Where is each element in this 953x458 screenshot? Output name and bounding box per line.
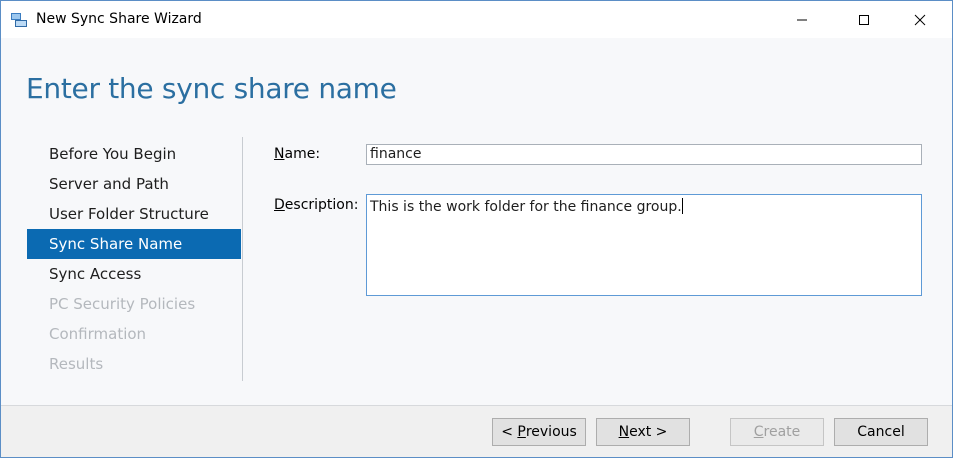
nav-item-server-and-path[interactable]: Server and Path xyxy=(27,169,241,199)
title-bar: New Sync Share Wizard xyxy=(1,1,952,38)
minimize-button[interactable] xyxy=(779,1,825,38)
cancel-button[interactable]: Cancel xyxy=(834,418,928,446)
wizard-steps-nav: Before You Begin Server and Path User Fo… xyxy=(27,139,241,379)
wizard-footer: < Previous Next > Create Cancel xyxy=(1,405,952,457)
nav-divider xyxy=(242,137,243,381)
previous-button-accesskey: P xyxy=(517,424,526,440)
description-text: This is the work folder for the finance … xyxy=(370,199,682,215)
create-button-text: reate xyxy=(763,424,801,440)
nav-item-sync-access[interactable]: Sync Access xyxy=(27,259,241,289)
minimize-icon xyxy=(797,19,807,20)
wizard-content: Before You Begin Server and Path User Fo… xyxy=(1,119,952,406)
next-button-text: ext > xyxy=(629,424,668,440)
previous-button-prefix: < xyxy=(501,424,518,440)
description-textarea[interactable]: This is the work folder for the finance … xyxy=(366,194,922,296)
nav-item-before-you-begin[interactable]: Before You Begin xyxy=(27,139,241,169)
create-button: Create xyxy=(730,418,824,446)
name-label: Name: xyxy=(274,146,320,162)
text-caret xyxy=(681,198,683,214)
name-label-text: ame: xyxy=(284,146,321,162)
description-label-text: escription: xyxy=(284,197,359,213)
maximize-button[interactable] xyxy=(841,1,887,38)
next-button[interactable]: Next > xyxy=(596,418,690,446)
window-title: New Sync Share Wizard xyxy=(36,11,202,27)
page-title: Enter the sync share name xyxy=(26,72,397,105)
sync-share-app-icon xyxy=(11,13,27,27)
close-button[interactable] xyxy=(897,1,943,38)
nav-item-pc-security-policies: PC Security Policies xyxy=(49,295,196,313)
nav-item-sync-share-name[interactable]: Sync Share Name xyxy=(27,229,241,259)
maximize-icon xyxy=(859,14,869,25)
name-input[interactable]: finance xyxy=(366,144,922,165)
previous-button-text: revious xyxy=(525,424,577,440)
description-label-accesskey: D xyxy=(274,197,285,213)
close-icon xyxy=(914,14,926,25)
nav-item-confirmation: Confirmation xyxy=(49,325,147,343)
name-label-accesskey: N xyxy=(274,146,285,162)
nav-item-results: Results xyxy=(49,355,104,373)
wizard-header: Enter the sync share name xyxy=(1,38,952,119)
description-label: Description: xyxy=(274,197,358,213)
next-button-accesskey: N xyxy=(618,424,630,440)
nav-item-user-folder-structure[interactable]: User Folder Structure xyxy=(27,199,241,229)
create-button-accesskey: C xyxy=(753,424,764,440)
previous-button[interactable]: < Previous xyxy=(492,418,586,446)
wizard-window: New Sync Share Wizard Enter the sync sha… xyxy=(0,0,953,458)
